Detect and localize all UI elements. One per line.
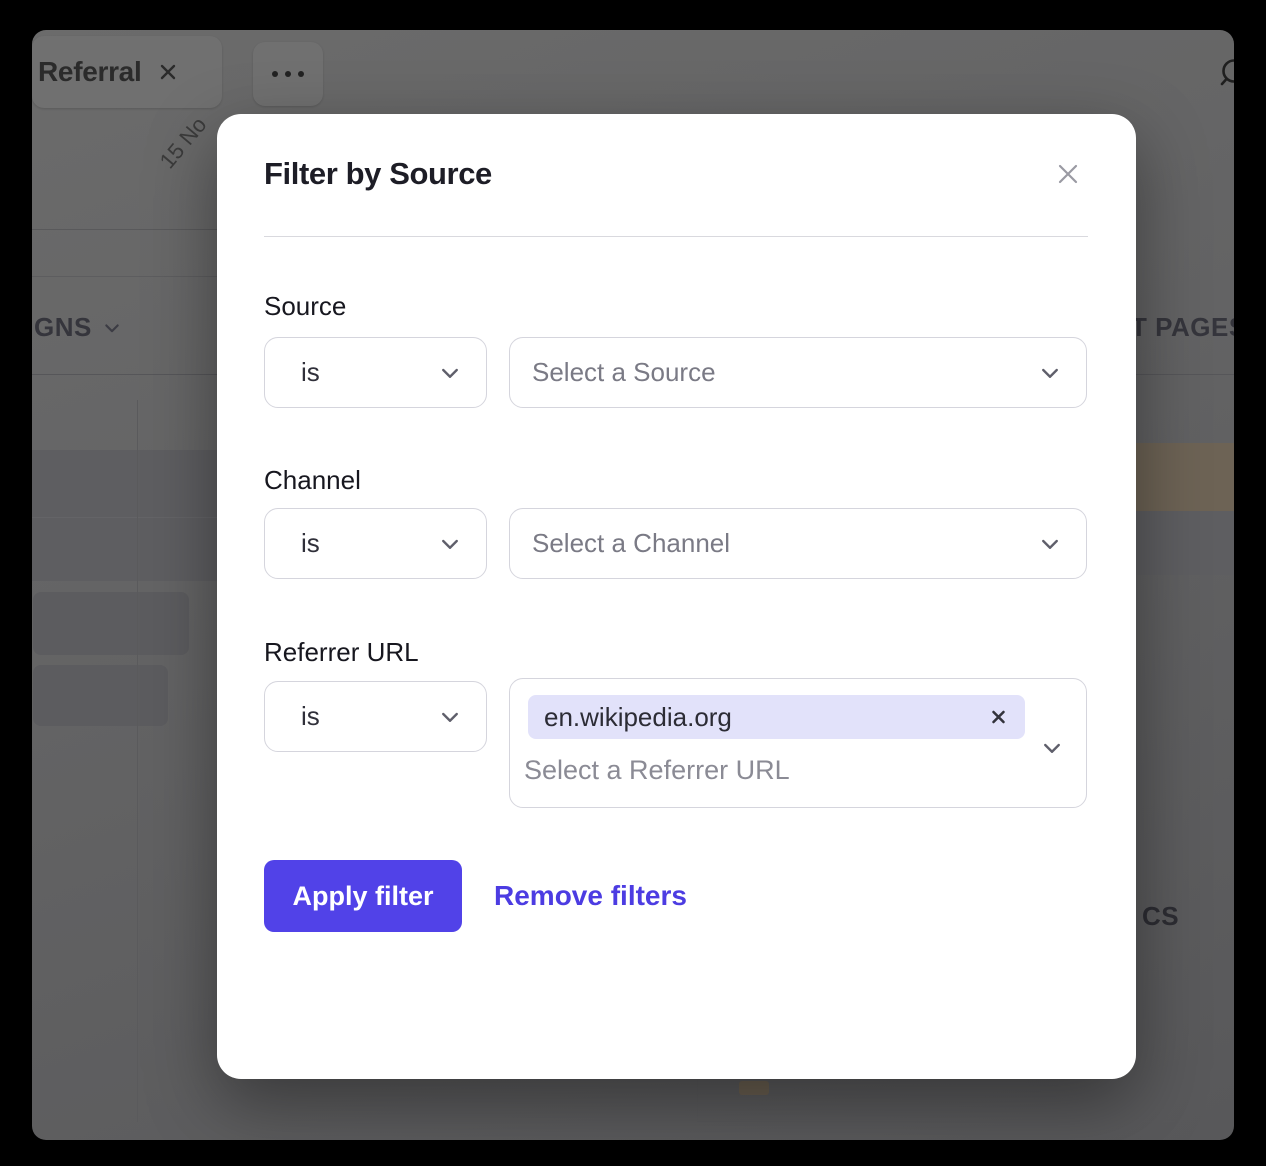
- favicon-placeholder: [739, 1081, 769, 1095]
- row-divider: [32, 517, 218, 518]
- chevron-down-icon: [438, 361, 462, 385]
- chevron-down-icon: [438, 705, 462, 729]
- close-icon[interactable]: [1053, 159, 1083, 189]
- card-bottom-edge: [697, 1121, 1175, 1122]
- referrer-operator-select[interactable]: is: [264, 681, 487, 752]
- filter-chip-label: Referral: [38, 56, 141, 88]
- source-operator-select[interactable]: is: [264, 337, 487, 408]
- chevron-down-icon: [1038, 361, 1062, 385]
- chevron-down-icon: [438, 532, 462, 556]
- remove-tag-icon[interactable]: [990, 709, 1007, 726]
- more-options-button[interactable]: [253, 42, 323, 106]
- card-edge: [137, 400, 138, 1122]
- modal-title: Filter by Source: [264, 156, 492, 192]
- referrer-value-multiselect[interactable]: en.wikipedia.org Select a Referrer URL: [509, 678, 1087, 808]
- chart-gridline: [32, 229, 218, 230]
- apply-filter-button[interactable]: Apply filter: [264, 860, 462, 932]
- left-table-header: GNS: [34, 312, 122, 343]
- table-row: [33, 665, 168, 726]
- channel-value-select[interactable]: Select a Channel: [509, 508, 1087, 579]
- channel-operator-select[interactable]: is: [264, 508, 487, 579]
- highlighted-table-row: [1136, 443, 1234, 511]
- source-value-select[interactable]: Select a Source: [509, 337, 1087, 408]
- remove-filters-link[interactable]: Remove filters: [494, 860, 687, 932]
- chart-gridline: [32, 276, 218, 277]
- remove-chip-icon[interactable]: [157, 61, 179, 83]
- referrer-placeholder: Select a Referrer URL: [524, 755, 790, 786]
- selected-referrer-tag: en.wikipedia.org: [528, 695, 1025, 739]
- ellipsis-icon: [272, 71, 278, 77]
- divider: [264, 236, 1088, 237]
- chevron-down-icon: [1040, 736, 1064, 760]
- source-field-label: Source: [264, 291, 346, 322]
- filter-modal: Filter by Source Source is Select a Sour…: [217, 114, 1136, 1079]
- table-row: [33, 592, 189, 655]
- channel-field-label: Channel: [264, 465, 361, 496]
- chart-date-tick-label: 15 No: [155, 112, 213, 174]
- right-table-header: T PAGES: [1131, 312, 1234, 343]
- table-row: [32, 450, 218, 581]
- table-row: [1136, 511, 1234, 575]
- search-icon[interactable]: [1218, 58, 1234, 93]
- card-edge: [697, 1079, 698, 1121]
- chevron-down-icon: [1038, 532, 1062, 556]
- active-filter-chip[interactable]: Referral: [32, 36, 222, 108]
- partial-heading-text: CS: [1142, 901, 1179, 932]
- chevron-down-icon: [102, 318, 122, 338]
- referrer-url-field-label: Referrer URL: [264, 637, 419, 668]
